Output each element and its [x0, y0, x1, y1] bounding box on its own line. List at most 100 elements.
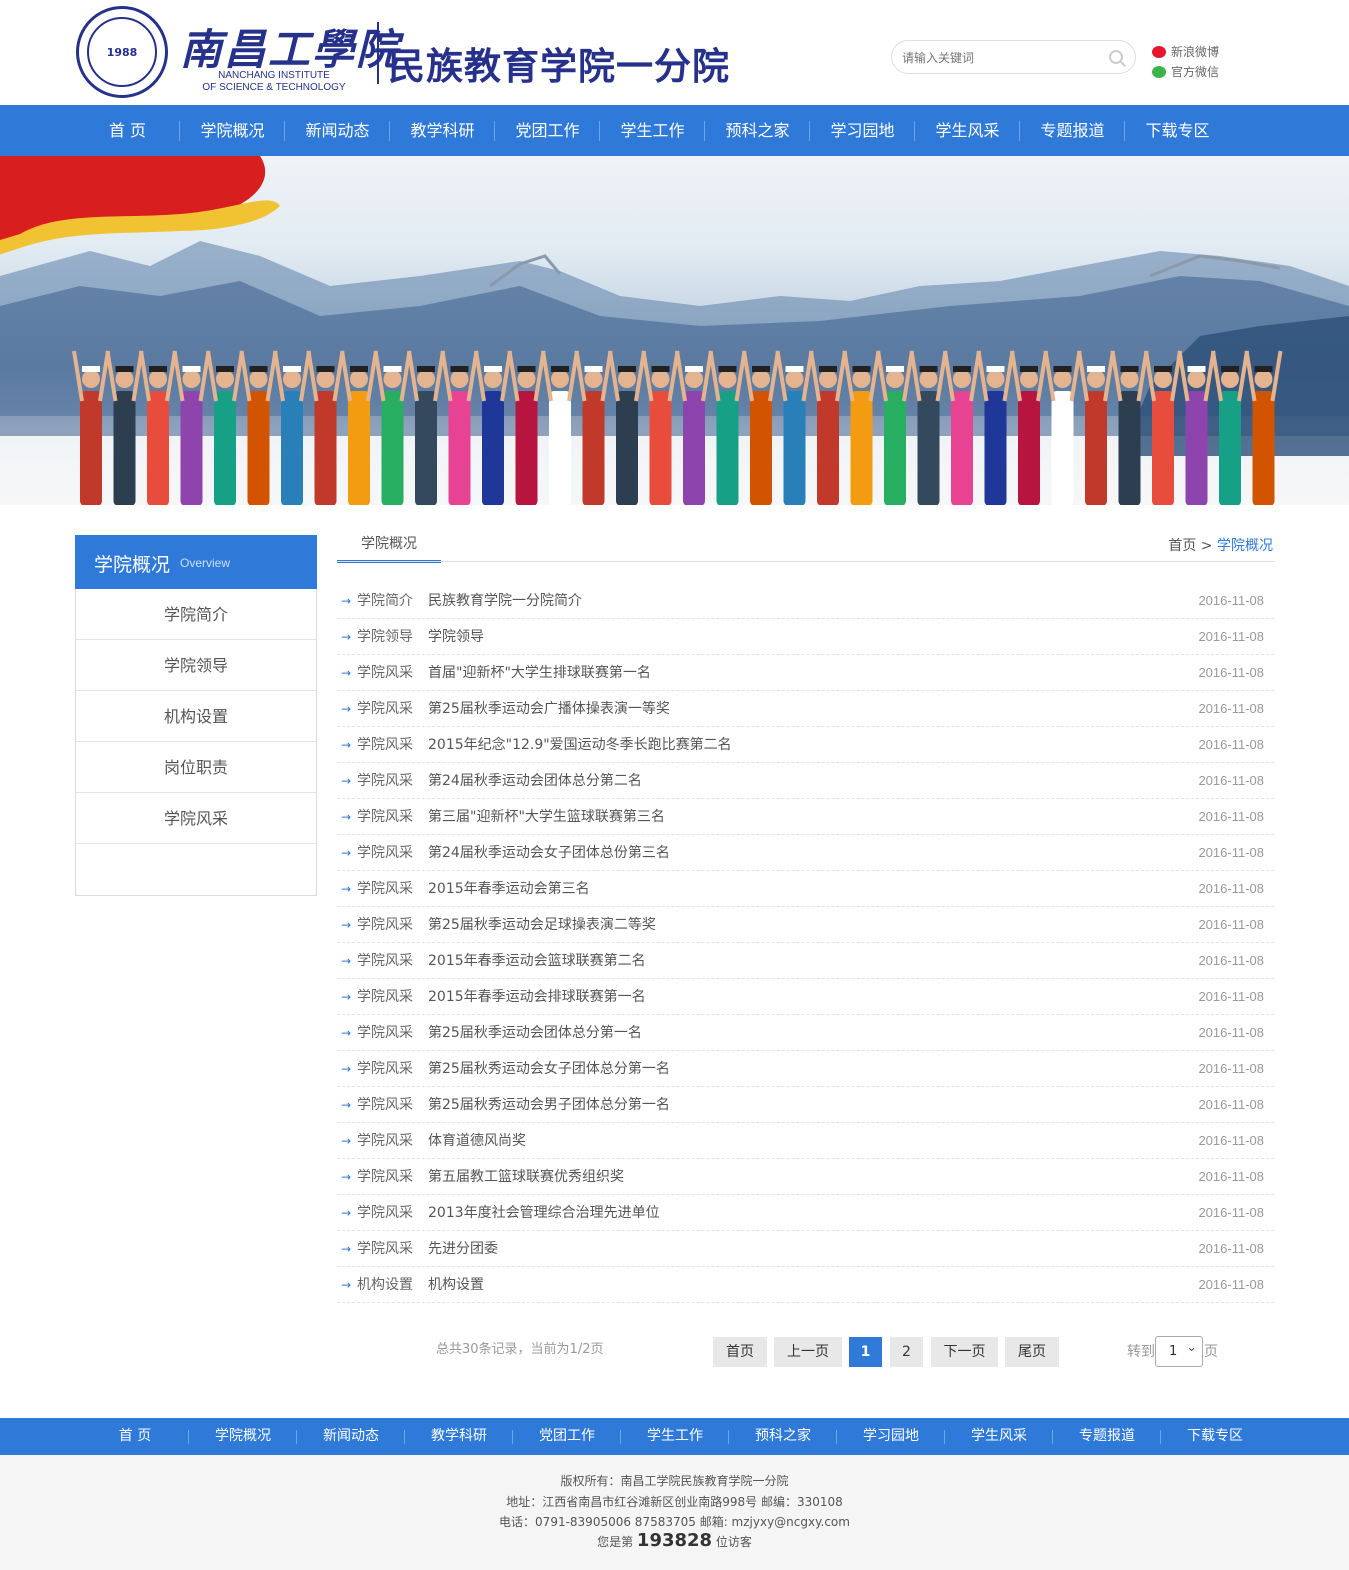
footer-nav-item[interactable]: 党团工作: [513, 1418, 621, 1455]
school-seal-logo[interactable]: 1988: [76, 6, 168, 98]
list-item[interactable]: → 学院风采 第25届秋季运动会广播体操表演一等奖 2016-11-08: [337, 691, 1274, 727]
list-item[interactable]: → 学院简介 民族教育学院一分院简介 2016-11-08: [337, 583, 1274, 619]
list-item[interactable]: → 学院风采 2015年春季运动会篮球联赛第二名 2016-11-08: [337, 943, 1274, 979]
list-item-title[interactable]: 第24届秋季运动会团体总分第二名: [428, 763, 642, 799]
list-item-category[interactable]: 学院风采: [357, 1195, 413, 1231]
list-item[interactable]: → 学院风采 第三届"迎新杯"大学生篮球联赛第三名 2016-11-08: [337, 799, 1274, 835]
footer-nav-item[interactable]: 学习园地: [837, 1418, 945, 1455]
list-item-category[interactable]: 学院简介: [357, 583, 413, 619]
list-item-title[interactable]: 第24届秋季运动会女子团体总份第三名: [428, 835, 670, 871]
list-item-category[interactable]: 学院风采: [357, 871, 413, 907]
list-item-title[interactable]: 2015年春季运动会第三名: [428, 871, 590, 907]
list-item[interactable]: → 学院风采 第24届秋季运动会女子团体总份第三名 2016-11-08: [337, 835, 1274, 871]
nav-item-party[interactable]: 党团工作: [495, 105, 600, 156]
footer-nav-item[interactable]: 下载专区: [1161, 1418, 1269, 1455]
search-icon[interactable]: [1109, 50, 1123, 64]
school-name-logo[interactable]: 南昌工學院: [180, 16, 400, 77]
list-item-title[interactable]: 2015年春季运动会篮球联赛第二名: [428, 943, 646, 979]
list-item-title[interactable]: 第25届秋季运动会足球操表演二等奖: [428, 907, 656, 943]
nav-item-home[interactable]: 首 页: [75, 105, 180, 156]
footer-nav-item[interactable]: 教学科研: [405, 1418, 513, 1455]
sidebar-item-intro[interactable]: 学院简介: [76, 589, 316, 640]
nav-item-overview[interactable]: 学院概况: [180, 105, 285, 156]
breadcrumb-home[interactable]: 首页: [1168, 538, 1196, 554]
nav-item-news[interactable]: 新闻动态: [285, 105, 390, 156]
page-select[interactable]: 1: [1155, 1333, 1203, 1367]
list-item[interactable]: → 学院风采 2015年纪念"12.9"爱国运动冬季长跑比赛第二名 2016-11-0…: [337, 727, 1274, 763]
nav-item-students[interactable]: 学生工作: [600, 105, 705, 156]
list-item-title[interactable]: 先进分团委: [428, 1231, 498, 1267]
sidebar-item-organization[interactable]: 机构设置: [76, 691, 316, 742]
list-item-title[interactable]: 第三届"迎新杯"大学生篮球联赛第三名: [428, 799, 665, 835]
list-item[interactable]: → 学院风采 第25届秋季运动会足球操表演二等奖 2016-11-08: [337, 907, 1274, 943]
list-item[interactable]: → 学院风采 体育道德风尚奖 2016-11-08: [337, 1123, 1274, 1159]
footer-nav-item[interactable]: 专题报道: [1053, 1418, 1161, 1455]
nav-item-prep[interactable]: 预科之家: [705, 105, 810, 156]
list-item[interactable]: → 学院风采 首届"迎新杯"大学生排球联赛第一名 2016-11-08: [337, 655, 1274, 691]
footer-nav-item[interactable]: 新闻动态: [297, 1418, 405, 1455]
first-page-button[interactable]: 首页: [713, 1337, 767, 1367]
list-item[interactable]: → 学院风采 第25届秋秀运动会女子团体总分第一名 2016-11-08: [337, 1051, 1274, 1087]
footer-nav-item[interactable]: 学院概况: [189, 1418, 297, 1455]
footer-nav-item[interactable]: 首 页: [81, 1418, 189, 1455]
search-input[interactable]: [902, 48, 1102, 68]
list-item-category[interactable]: 学院风采: [357, 979, 413, 1015]
list-item[interactable]: → 学院风采 2015年春季运动会排球联赛第一名 2016-11-08: [337, 979, 1274, 1015]
page-2-button[interactable]: 2: [890, 1337, 923, 1367]
list-item-category[interactable]: 学院风采: [357, 907, 413, 943]
list-item-category[interactable]: 学院风采: [357, 1087, 413, 1123]
tab-overview[interactable]: 学院概况: [337, 528, 441, 563]
list-item-title[interactable]: 学院领导: [428, 619, 484, 655]
nav-item-style[interactable]: 学生风采: [915, 105, 1020, 156]
list-item-category[interactable]: 学院风采: [357, 1123, 413, 1159]
list-item-title[interactable]: 体育道德风尚奖: [428, 1123, 526, 1159]
list-item-category[interactable]: 学院风采: [357, 1051, 413, 1087]
wechat-link[interactable]: 官方微信: [1152, 63, 1219, 80]
list-item[interactable]: → 学院风采 2015年春季运动会第三名 2016-11-08: [337, 871, 1274, 907]
last-page-button[interactable]: 尾页: [1005, 1337, 1059, 1367]
nav-item-study[interactable]: 学习园地: [810, 105, 915, 156]
list-item-category[interactable]: 学院风采: [357, 727, 413, 763]
next-page-button[interactable]: 下一页: [931, 1337, 998, 1367]
list-item-category[interactable]: 学院风采: [357, 763, 413, 799]
list-item-title[interactable]: 2015年纪念"12.9"爱国运动冬季长跑比赛第二名: [428, 727, 732, 763]
sidebar-item-style[interactable]: 学院风采: [76, 793, 316, 844]
list-item-title[interactable]: 2015年春季运动会排球联赛第一名: [428, 979, 646, 1015]
nav-item-teaching[interactable]: 教学科研: [390, 105, 495, 156]
sidebar-item-leaders[interactable]: 学院领导: [76, 640, 316, 691]
list-item-title[interactable]: 2013年度社会管理综合治理先进单位: [428, 1195, 660, 1231]
prev-page-button[interactable]: 上一页: [774, 1337, 842, 1367]
list-item-category[interactable]: 学院领导: [357, 619, 413, 655]
list-item[interactable]: → 学院风采 第25届秋秀运动会男子团体总分第一名 2016-11-08: [337, 1087, 1274, 1123]
list-item[interactable]: → 学院风采 第24届秋季运动会团体总分第二名 2016-11-08: [337, 763, 1274, 799]
list-item[interactable]: → 学院风采 第25届秋季运动会团体总分第一名 2016-11-08: [337, 1015, 1274, 1051]
page-1-button[interactable]: 1: [849, 1337, 882, 1367]
list-item-title[interactable]: 第25届秋秀运动会男子团体总分第一名: [428, 1087, 670, 1123]
list-item-title[interactable]: 第25届秋季运动会团体总分第一名: [428, 1015, 642, 1051]
sidebar-item-duties[interactable]: 岗位职责: [76, 742, 316, 793]
list-item[interactable]: → 学院领导 学院领导 2016-11-08: [337, 619, 1274, 655]
list-item-category[interactable]: 学院风采: [357, 835, 413, 871]
list-item-category[interactable]: 学院风采: [357, 1015, 413, 1051]
list-item-category[interactable]: 学院风采: [357, 799, 413, 835]
list-item-title[interactable]: 民族教育学院一分院简介: [428, 583, 582, 619]
list-item-category[interactable]: 学院风采: [357, 943, 413, 979]
weibo-link[interactable]: 新浪微博: [1152, 43, 1219, 60]
list-item-title[interactable]: 第25届秋秀运动会女子团体总分第一名: [428, 1051, 670, 1087]
list-item-title[interactable]: 第25届秋季运动会广播体操表演一等奖: [428, 691, 670, 727]
list-item[interactable]: → 学院风采 2013年度社会管理综合治理先进单位 2016-11-08: [337, 1195, 1274, 1231]
list-item-title[interactable]: 第五届教工篮球联赛优秀组织奖: [428, 1159, 624, 1195]
footer-nav-item[interactable]: 预科之家: [729, 1418, 837, 1455]
list-item[interactable]: → 学院风采 第五届教工篮球联赛优秀组织奖 2016-11-08: [337, 1159, 1274, 1195]
footer-nav-item[interactable]: 学生工作: [621, 1418, 729, 1455]
list-item-title[interactable]: 首届"迎新杯"大学生排球联赛第一名: [428, 655, 651, 691]
footer-nav-item[interactable]: 学生风采: [945, 1418, 1053, 1455]
list-item-category[interactable]: 学院风采: [357, 691, 413, 727]
list-item[interactable]: → 机构设置 机构设置 2016-11-08: [337, 1267, 1274, 1303]
list-item-title[interactable]: 机构设置: [428, 1267, 484, 1303]
breadcrumb-current[interactable]: 学院概况: [1217, 538, 1273, 554]
list-item[interactable]: → 学院风采 先进分团委 2016-11-08: [337, 1231, 1274, 1267]
nav-item-download[interactable]: 下载专区: [1125, 105, 1230, 156]
list-item-category[interactable]: 学院风采: [357, 655, 413, 691]
nav-item-special[interactable]: 专题报道: [1020, 105, 1125, 156]
